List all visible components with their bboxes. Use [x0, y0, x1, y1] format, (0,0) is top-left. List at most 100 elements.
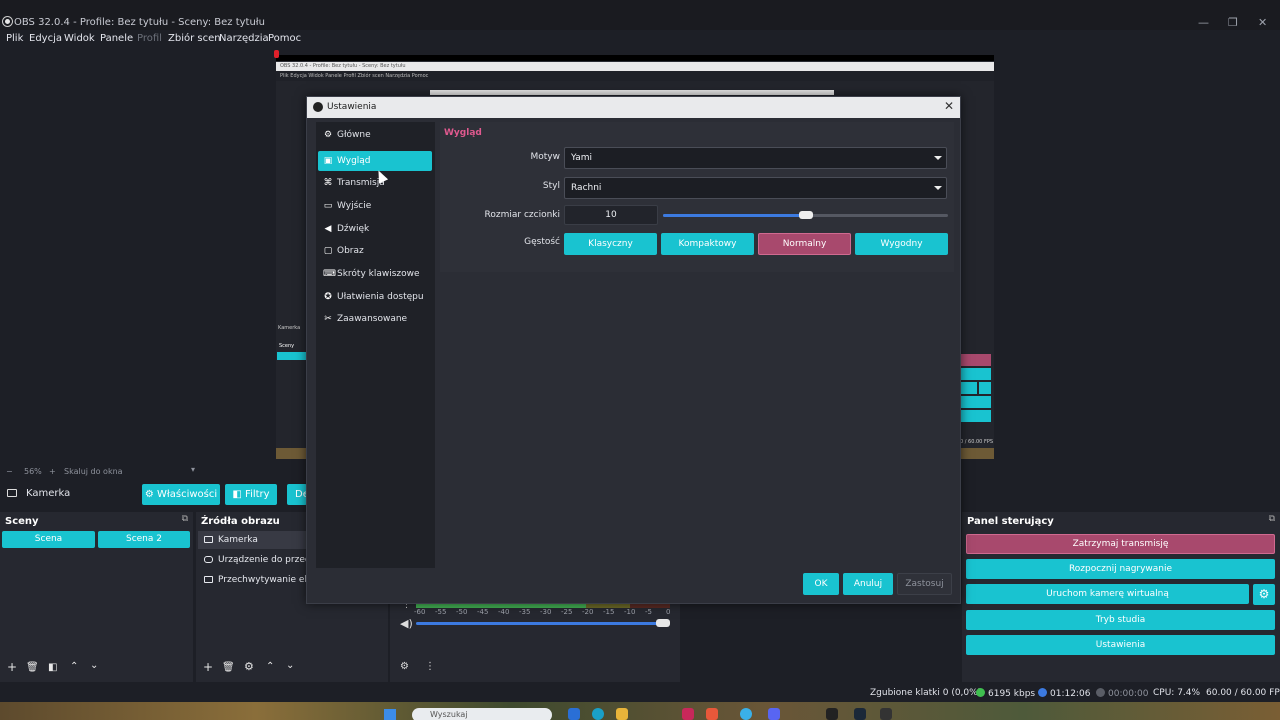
preview-mini-menu: Plik Edycja Widok Panele Profil Zbiór sc… [276, 71, 994, 81]
source-item[interactable]: Kamerka [198, 531, 308, 549]
source-item[interactable]: Urządzenie do przechwytywania [198, 551, 308, 569]
stop-stream-button[interactable]: Zatrzymaj transmisję [966, 534, 1275, 554]
style-select[interactable]: Rachni [564, 177, 947, 199]
zoom-in-button[interactable]: + [49, 467, 56, 476]
sources-toolbar: + 🗑 ⚙ ⌃ ⌄ [196, 654, 388, 682]
gear-icon[interactable]: ⚙ [244, 660, 254, 673]
preview-mini-bar [430, 90, 834, 95]
nav-item-wyjscie[interactable]: ▭ Wyjście [318, 196, 432, 216]
ok-button[interactable]: OK [803, 573, 839, 595]
taskbar-app-icon[interactable] [568, 708, 580, 720]
density-kompaktowy-button[interactable]: Kompaktowy [661, 233, 754, 255]
float-icon[interactable]: ⧉ [182, 514, 188, 524]
windows-start-icon[interactable] [384, 709, 396, 720]
style-label: Styl [542, 181, 560, 191]
menu-edycja[interactable]: Edycja [29, 33, 62, 44]
studio-mode-button[interactable]: Tryb studia [966, 610, 1275, 630]
font-size-slider-knob[interactable] [798, 211, 813, 219]
preview-mini-fps: 0 / 60.00 FPS [960, 439, 994, 445]
zoom-out-button[interactable]: − [6, 467, 13, 476]
volume-slider[interactable] [416, 622, 666, 625]
trash-icon[interactable]: 🗑 [222, 662, 235, 673]
float-icon[interactable]: ⧉ [1269, 514, 1275, 524]
menu-panele[interactable]: Panele [100, 33, 133, 44]
close-icon[interactable]: ✕ [1258, 16, 1267, 29]
virtual-camera-settings-icon[interactable]: ⚙ [1253, 584, 1275, 605]
theme-label: Motyw [530, 152, 561, 162]
add-icon[interactable]: + [7, 660, 17, 674]
taskbar-app-icon[interactable] [826, 708, 838, 720]
nav-item-ulatwienia[interactable]: ✪ Ułatwienia dostępu [318, 287, 432, 307]
more-icon[interactable]: ⋮ [425, 661, 435, 672]
cpu-usage: CPU: 7.4% [1153, 688, 1201, 698]
taskbar-app-icon[interactable] [592, 708, 604, 720]
properties-button[interactable]: ⚙ Właściwości [142, 484, 220, 505]
nav-item-zaawansowane[interactable]: ✂ Zaawansowane [318, 309, 432, 329]
virtual-camera-button[interactable]: Uruchom kamerę wirtualną [966, 584, 1249, 604]
scene-item[interactable]: Scena 2 [98, 531, 190, 548]
preview-mini-wallpaper [960, 448, 994, 459]
density-klasyczny-button[interactable]: Klasyczny [564, 233, 657, 255]
taskbar-app-icon[interactable] [740, 708, 752, 720]
minimize-icon[interactable]: — [1198, 16, 1209, 29]
taskbar-app-icon[interactable] [854, 708, 866, 720]
taskbar-app-icon[interactable] [616, 708, 628, 720]
maximize-icon[interactable]: ❐ [1228, 16, 1238, 29]
filter-icon[interactable]: ◧ [48, 662, 57, 673]
record-time: 00:00:00 [1096, 688, 1148, 699]
preview-mini-btn [960, 396, 991, 408]
source-item[interactable]: Przechwytywanie ekranu [198, 571, 308, 589]
menu-narzedzia[interactable]: Narzędzia [219, 33, 269, 44]
nav-item-dzwiek[interactable]: ◀ Dźwięk [318, 219, 432, 239]
filters-button[interactable]: ◧ Filtry [225, 484, 277, 505]
taskbar-app-icon[interactable] [682, 708, 694, 720]
deactivate-button[interactable]: De [287, 484, 309, 505]
dialog-title: Ustawienia [327, 102, 377, 112]
dialog-title-bar: Ustawienia ✕ [307, 97, 960, 118]
close-icon[interactable]: ✕ [944, 99, 954, 113]
font-size-input[interactable]: 10 [564, 205, 658, 225]
os-taskbar [0, 702, 1280, 720]
record-icon [1096, 688, 1105, 697]
menu-pomoc[interactable]: Pomoc [268, 33, 301, 44]
preview-mini-btn [960, 410, 991, 422]
chevron-down-icon[interactable]: ⌄ [286, 660, 294, 671]
gear-icon: ⚙ [323, 130, 333, 140]
taskbar-app-icon[interactable] [768, 708, 780, 720]
cancel-button[interactable]: Anuluj [843, 573, 893, 595]
settings-button[interactable]: Ustawienia [966, 635, 1275, 655]
obs-logo-icon [313, 102, 323, 112]
speaker-icon[interactable]: ◀) [400, 617, 413, 630]
chevron-down-icon [934, 186, 942, 190]
preview-mini-scene-btn [277, 352, 307, 360]
volume-slider-knob[interactable] [656, 619, 670, 627]
status-bar: Zgubione klatki 0 (0,0%) 6195 kbps 01:12… [0, 684, 1280, 702]
chevron-up-icon[interactable]: ⌃ [70, 661, 78, 672]
start-record-button[interactable]: Rozpocznij nagrywanie [966, 559, 1275, 579]
font-size-slider-fill [663, 214, 806, 217]
taskbar-app-icon[interactable] [880, 708, 892, 720]
obs-logo-icon [3, 17, 12, 26]
chevron-down-icon[interactable]: ⌄ [90, 660, 98, 671]
scale-mode[interactable]: Skaluj do okna [64, 467, 123, 476]
trash-icon[interactable]: 🗑 [26, 662, 39, 673]
taskbar-search[interactable]: Wyszukaj [412, 708, 552, 720]
menu-widok[interactable]: Widok [64, 33, 95, 44]
menu-plik[interactable]: Plik [6, 33, 23, 44]
add-icon[interactable]: + [203, 660, 213, 674]
tools-icon: ✂ [324, 314, 332, 324]
theme-select[interactable]: Yami [564, 147, 947, 169]
density-normalny-button[interactable]: Normalny [758, 233, 851, 255]
chevron-up-icon[interactable]: ⌃ [266, 661, 274, 672]
chevron-down-icon[interactable]: ▾ [191, 465, 195, 474]
nav-item-glowne[interactable]: ⚙ Główne [318, 125, 432, 145]
nav-item-skroty[interactable]: ⌨ Skróty klawiszowe [318, 264, 432, 284]
nav-item-wyglad[interactable]: ▣ Wygląd [318, 151, 432, 171]
density-wygodny-button[interactable]: Wygodny [855, 233, 948, 255]
taskbar-app-icon[interactable] [706, 708, 718, 720]
nav-item-obraz[interactable]: ▢ Obraz [318, 241, 432, 261]
scene-item[interactable]: Scena [2, 531, 95, 548]
menu-bar: Plik Edycja Widok Panele Profil Zbiór sc… [0, 30, 1280, 48]
mixer-settings-icon[interactable]: ⚙ [400, 661, 409, 672]
menu-zbior-scen[interactable]: Zbiór scen [168, 33, 221, 44]
